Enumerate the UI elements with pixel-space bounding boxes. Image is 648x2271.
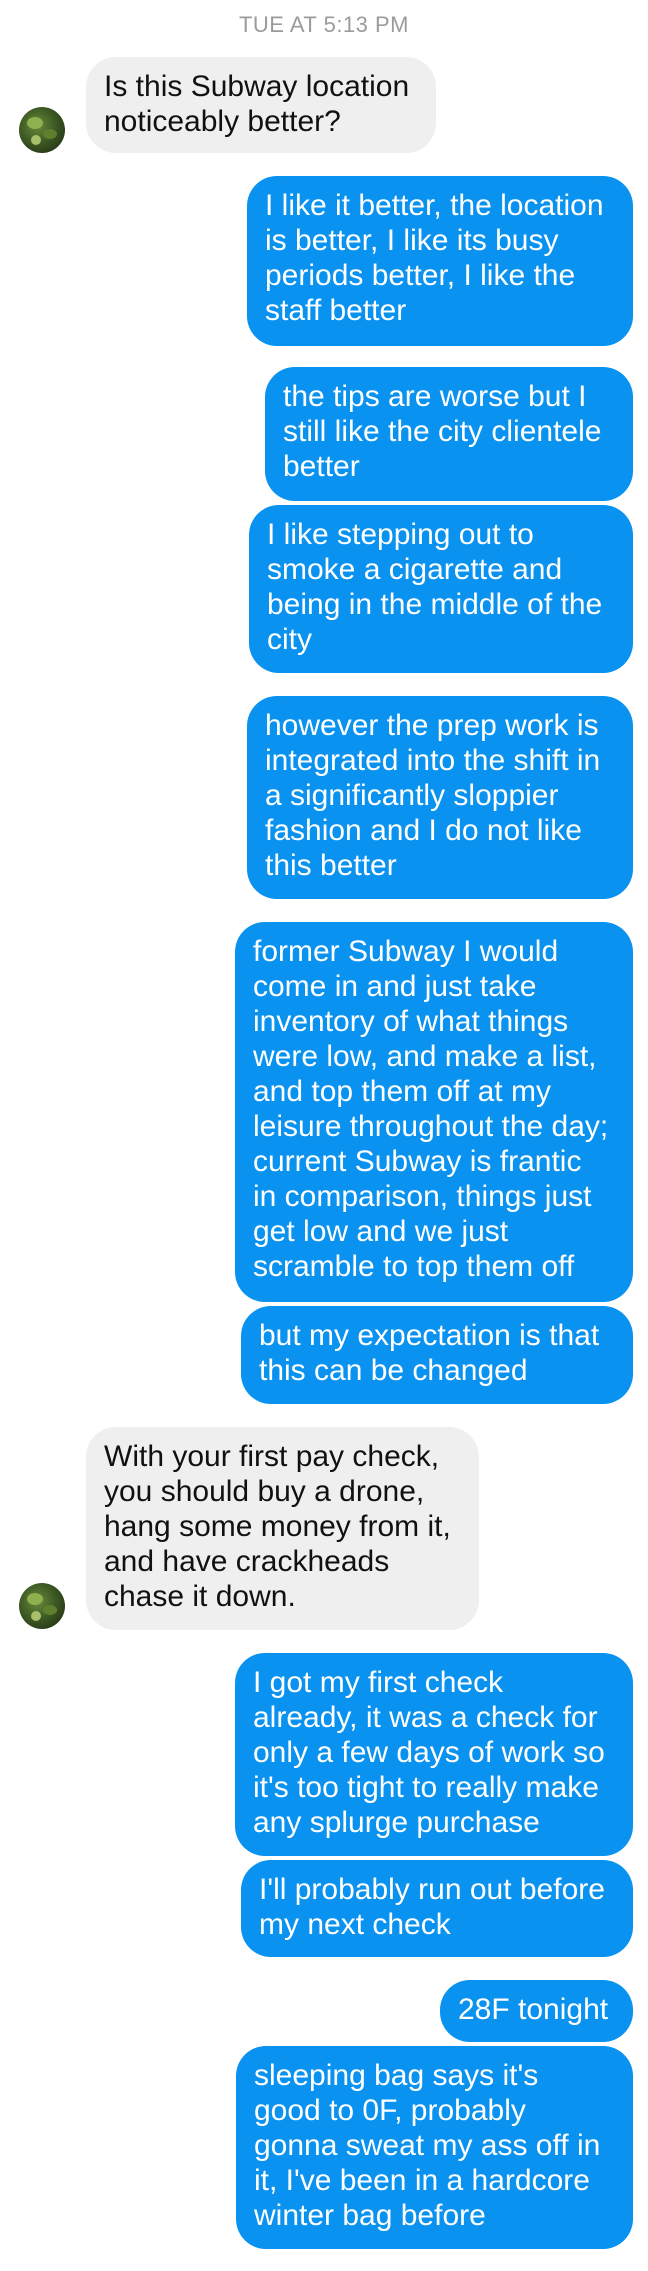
incoming-message[interactable]: Is this Subway location noticeably bette… xyxy=(86,57,436,153)
outgoing-message[interactable]: I got my first check already, it was a c… xyxy=(235,1653,633,1856)
outgoing-message[interactable]: I'll probably run out before my next che… xyxy=(241,1860,633,1957)
outgoing-message[interactable]: but my expectation is that this can be c… xyxy=(241,1306,633,1404)
outgoing-message[interactable]: former Subway I would come in and just t… xyxy=(235,922,633,1302)
incoming-message[interactable]: With your first pay check, you should bu… xyxy=(86,1427,479,1630)
outgoing-message[interactable]: however the prep work is integrated into… xyxy=(247,696,633,899)
outgoing-message[interactable]: the tips are worse but I still like the … xyxy=(265,367,633,501)
outgoing-message[interactable]: sleeping bag says it's good to 0F, proba… xyxy=(236,2046,633,2249)
outgoing-message[interactable]: 28F tonight xyxy=(440,1980,633,2042)
outgoing-message[interactable]: I like it better, the location is better… xyxy=(247,176,633,346)
outgoing-message[interactable]: I like stepping out to smoke a cigarette… xyxy=(249,505,633,673)
conversation-timestamp: TUE AT 5:13 PM xyxy=(238,12,410,37)
contact-avatar[interactable] xyxy=(19,1583,65,1629)
contact-avatar[interactable] xyxy=(19,107,65,153)
